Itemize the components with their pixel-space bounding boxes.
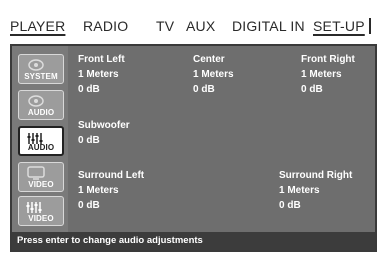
speaker-distance: 1 Meters [301,69,342,80]
speaker-level: 0 dB [193,84,215,95]
main-menu-bar: PLAYER RADIO TV AUX DIGITAL IN SET-UP [10,16,382,44]
sidebar-video-button[interactable]: VIDEO [18,162,64,192]
speaker-front-right[interactable]: Front Right 1 Meters 0 dB [301,52,355,97]
speaker-name: Center [193,54,225,65]
speaker-distance: 1 Meters [78,185,119,196]
sidebar-label: SYSTEM [24,72,58,81]
speaker-icon [28,95,44,107]
speaker-settings: Front Left 1 Meters 0 dB Center 1 Meters… [72,46,375,234]
speaker-surround-left[interactable]: Surround Left 1 Meters 0 dB [78,168,144,213]
sidebar-audio-button[interactable]: AUDIO [18,90,64,120]
speaker-icon [28,59,44,71]
speaker-name: Front Right [301,54,355,65]
speaker-name: Surround Left [78,170,145,181]
speaker-level: 0 dB [301,84,323,95]
sidebar-label: AUDIO [27,108,55,117]
screen-icon [27,166,45,180]
equalizer-icon [26,202,42,213]
speaker-level: 0 dB [279,200,301,211]
sidebar-audio-adjust-button[interactable]: AUDIO [18,126,64,156]
menu-radio[interactable]: RADIO [83,18,128,34]
sidebar-label: VIDEO [28,180,54,189]
speaker-distance: 1 Meters [193,69,234,80]
status-bar: Press enter to change audio adjustments [12,232,375,250]
speaker-surround-right[interactable]: Surround Right 1 Meters 0 dB [279,168,352,213]
menu-tv[interactable]: TV [156,18,174,34]
sidebar-system-button[interactable]: SYSTEM [18,54,64,84]
speaker-subwoofer[interactable]: Subwoofer 0 dB [78,118,130,148]
speaker-distance: 1 Meters [78,69,119,80]
speaker-front-left[interactable]: Front Left 1 Meters 0 dB [78,52,125,97]
menu-player[interactable]: PLAYER [10,18,65,34]
sidebar-label: AUDIO [27,143,55,152]
speaker-center[interactable]: Center 1 Meters 0 dB [193,52,234,97]
speaker-name: Front Left [78,54,125,65]
speaker-distance: 1 Meters [279,185,320,196]
sidebar-video-adjust-button[interactable]: VIDEO [18,196,64,226]
speaker-level: 0 dB [78,200,100,211]
menu-setup[interactable]: SET-UP [313,18,371,34]
setup-sidebar: SYSTEM AUDIO AUDIO VIDEO VIDEO [12,46,68,234]
menu-digital-in[interactable]: DIGITAL IN [232,18,305,34]
menu-aux[interactable]: AUX [186,18,215,34]
speaker-name: Subwoofer [78,120,130,131]
speaker-level: 0 dB [78,84,100,95]
speaker-level: 0 dB [78,135,100,146]
speaker-name: Surround Right [279,170,353,181]
setup-screen: SYSTEM AUDIO AUDIO VIDEO VIDEO Front Lef… [10,44,377,252]
sidebar-label: VIDEO [28,214,54,223]
